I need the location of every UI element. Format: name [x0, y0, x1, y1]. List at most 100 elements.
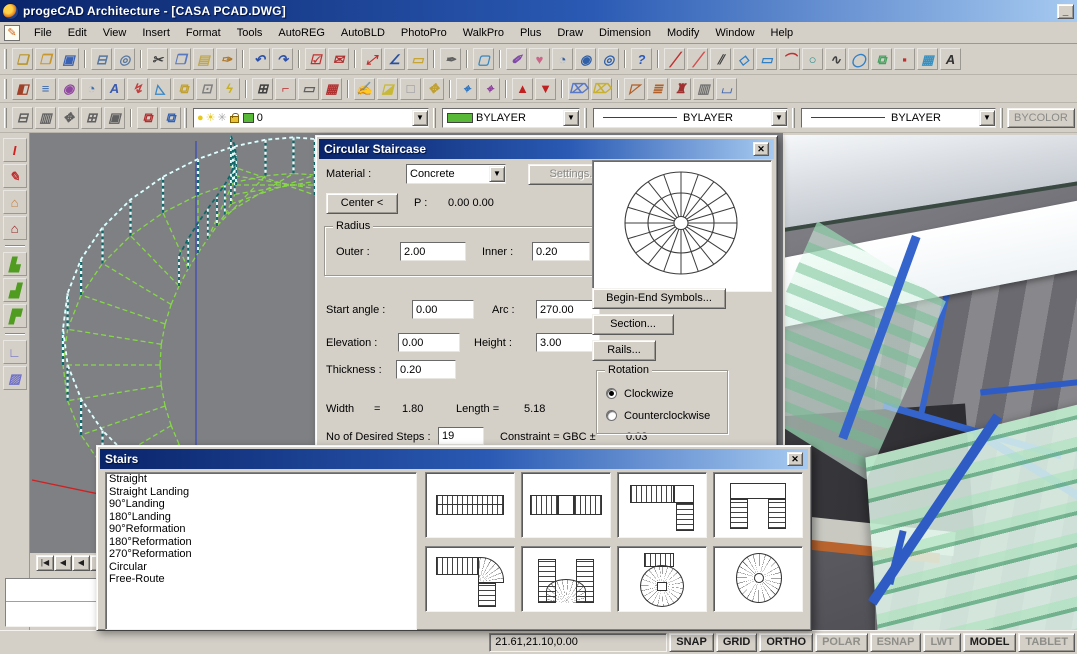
menu-item[interactable]: Draw: [549, 24, 591, 42]
arc-icon[interactable]: ⌒: [779, 48, 800, 70]
grid-window-icon[interactable]: ⊞: [252, 78, 273, 100]
menu-item[interactable]: Modify: [659, 24, 707, 42]
menu-item[interactable]: Dimension: [591, 24, 659, 42]
save-icon[interactable]: ▣: [58, 48, 79, 70]
tab-scroll-button[interactable]: |◀: [36, 555, 54, 571]
toolbar-grip[interactable]: [184, 108, 187, 128]
polygon-icon[interactable]: ◇: [733, 48, 754, 70]
menu-item[interactable]: AutoBLD: [333, 24, 393, 42]
sofa-icon[interactable]: ≣: [647, 78, 668, 100]
menu-item[interactable]: Help: [763, 24, 802, 42]
layer-combo[interactable]: ● ☀ ✳ 0 ▼: [193, 108, 429, 128]
stairs-type-item[interactable]: 270°Reformation: [106, 548, 416, 561]
status-toggle[interactable]: TABLET: [1018, 633, 1075, 652]
copy-icon[interactable]: ❒: [170, 48, 191, 70]
hatch-icon[interactable]: ▦: [917, 48, 938, 70]
edit-check-icon[interactable]: ✍: [354, 78, 375, 100]
menu-item[interactable]: Window: [707, 24, 762, 42]
blank-rect-icon[interactable]: ▭: [298, 78, 319, 100]
toolbar-grip[interactable]: [792, 108, 795, 128]
render-icon[interactable]: ✐: [506, 48, 527, 70]
rails-button[interactable]: Rails...: [592, 340, 656, 361]
thumbnail-circular[interactable]: [713, 546, 803, 612]
toolbar-grip[interactable]: [4, 108, 7, 128]
inner-radius-input[interactable]: [532, 242, 590, 261]
roof-insert-icon[interactable]: ⌂: [3, 216, 27, 240]
stairs-rail-icon[interactable]: ▛: [3, 304, 27, 328]
arch-list-icon[interactable]: ≡: [35, 78, 56, 100]
menu-item[interactable]: Edit: [60, 24, 95, 42]
status-toggle[interactable]: SNAP: [669, 633, 714, 652]
text-icon[interactable]: A: [940, 48, 961, 70]
lineweight-combo-arrow-icon[interactable]: ▼: [979, 110, 995, 126]
thumbnail-straight[interactable]: [425, 472, 515, 538]
cut-icon[interactable]: ✂: [147, 48, 168, 70]
menu-item[interactable]: File: [26, 24, 60, 42]
document-menu-icon[interactable]: ✎: [4, 25, 20, 41]
layer-lock-icon[interactable]: [230, 116, 239, 123]
bycolor-button[interactable]: BYCOLOR: [1007, 108, 1075, 128]
center-button[interactable]: Center <: [326, 193, 398, 214]
camera-edit-icon[interactable]: ⌖: [479, 78, 500, 100]
tab-scroll-button[interactable]: ◀: [72, 555, 90, 571]
begin-end-symbols-button[interactable]: Begin-End Symbols...: [592, 288, 726, 309]
toolbar-grip[interactable]: [4, 49, 7, 69]
status-toggle[interactable]: GRID: [716, 633, 758, 652]
thumbnail-90-reformation[interactable]: [425, 546, 515, 612]
linetype-combo[interactable]: BYLAYER ▼: [593, 108, 788, 128]
zoom-previous-icon[interactable]: ◎: [598, 48, 619, 70]
menu-item[interactable]: Format: [178, 24, 229, 42]
height-input[interactable]: [536, 333, 600, 352]
rectangle-icon[interactable]: ▭: [756, 48, 777, 70]
color-combo-arrow-icon[interactable]: ▼: [563, 110, 579, 126]
raise-icon[interactable]: ▲: [512, 78, 533, 100]
thumbnail-180-reformation[interactable]: [521, 546, 611, 612]
material-combo[interactable]: Concrete ▼: [406, 164, 506, 184]
arch-image-icon[interactable]: ⊡: [196, 78, 217, 100]
ellipse-icon[interactable]: ◯: [848, 48, 869, 70]
arch-properties-icon[interactable]: ◧: [12, 78, 33, 100]
layer-freeze-icon[interactable]: ✳: [218, 111, 227, 124]
layer-preview-icon[interactable]: ⧉: [160, 107, 181, 129]
viewport-icon[interactable]: ▣: [104, 107, 125, 129]
wall-edit-icon[interactable]: ▦: [321, 78, 342, 100]
menu-item[interactable]: WalkPro: [455, 24, 512, 42]
measure-angle-icon[interactable]: ∠: [384, 48, 405, 70]
arch-eye-icon[interactable]: ◔: [81, 78, 102, 100]
circle-icon[interactable]: ○: [802, 48, 823, 70]
materials-icon[interactable]: ♥: [529, 48, 550, 70]
arch-polyline-icon[interactable]: ↯: [127, 78, 148, 100]
start-angle-input[interactable]: [412, 300, 474, 319]
status-toggle[interactable]: LWT: [923, 633, 960, 652]
door-icon[interactable]: ◸: [624, 78, 645, 100]
redo-icon[interactable]: ↷: [272, 48, 293, 70]
spline-icon[interactable]: ∿: [825, 48, 846, 70]
structure-tree-icon[interactable]: ✥: [423, 78, 444, 100]
erase-blue-icon[interactable]: ⌦: [568, 78, 589, 100]
table-icon[interactable]: ▥: [35, 107, 56, 129]
menu-item[interactable]: View: [95, 24, 135, 42]
erase-yellow-icon[interactable]: ⌦: [591, 78, 612, 100]
cabinet-icon[interactable]: ▥: [693, 78, 714, 100]
box-3d-icon[interactable]: □: [400, 78, 421, 100]
line-icon[interactable]: ╱: [664, 48, 685, 70]
stairs-type-item[interactable]: Free-Route: [106, 573, 416, 586]
steps-input[interactable]: [438, 427, 484, 445]
arch-filter-icon[interactable]: ϟ: [219, 78, 240, 100]
status-toggle[interactable]: MODEL: [963, 633, 1017, 652]
arch-search-icon[interactable]: ◉: [58, 78, 79, 100]
thumbnail-270-reformation[interactable]: [617, 546, 707, 612]
close-icon[interactable]: ✕: [787, 452, 803, 466]
stairs-icon[interactable]: ▙: [3, 252, 27, 276]
status-toggle[interactable]: POLAR: [815, 633, 868, 652]
close-icon[interactable]: ✕: [753, 142, 769, 156]
sink-icon[interactable]: ⌴: [716, 78, 737, 100]
stairs-type-item[interactable]: Straight: [106, 473, 416, 486]
column-edit-icon[interactable]: ✎: [3, 164, 27, 188]
lineweight-combo[interactable]: BYLAYER ▼: [801, 108, 996, 128]
menu-item[interactable]: Insert: [134, 24, 178, 42]
double-line-icon[interactable]: ⫽: [710, 48, 731, 70]
help-icon[interactable]: ?: [631, 48, 652, 70]
camera-icon[interactable]: ⌖: [456, 78, 477, 100]
status-toggle[interactable]: ESNAP: [870, 633, 922, 652]
